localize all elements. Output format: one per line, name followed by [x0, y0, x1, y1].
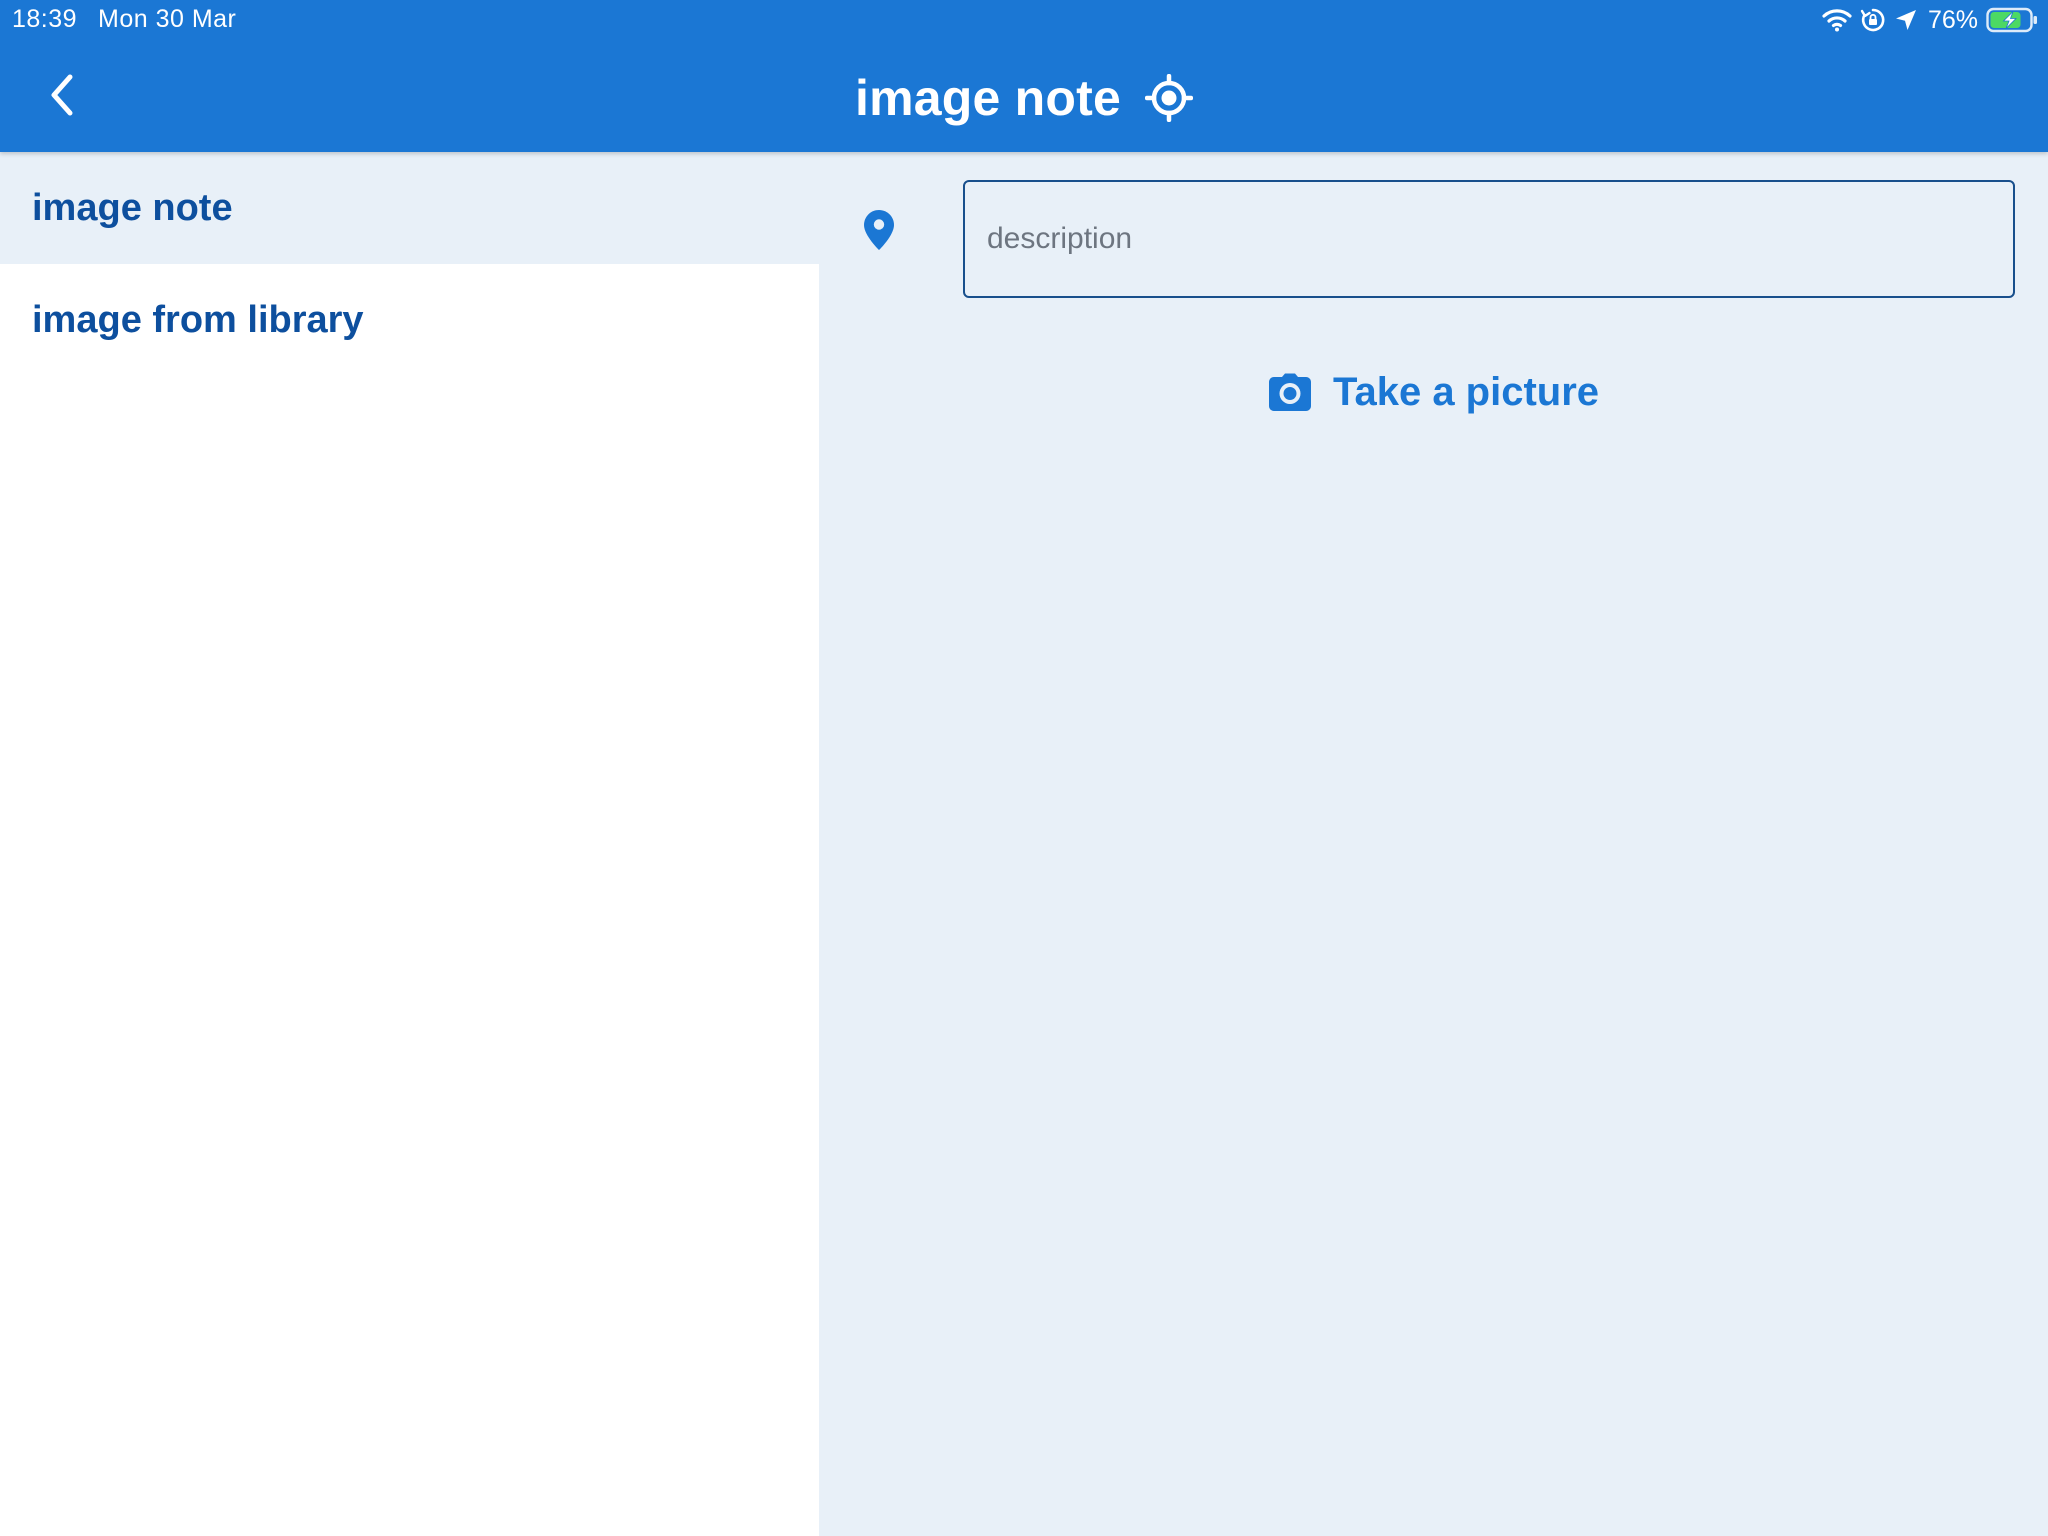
map-pin-icon: [864, 210, 894, 250]
nav-title-group: image note: [0, 62, 2048, 134]
sidebar-item-label: image note: [32, 186, 233, 229]
status-icons: 76%: [1822, 4, 2038, 36]
top-bar: 18:39 Mon 30 Mar 76% image note: [0, 0, 2048, 152]
take-picture-label: Take a picture: [1333, 369, 1600, 414]
rotation-lock-icon: [1860, 7, 1886, 33]
crosshair-locate-icon: [1144, 74, 1193, 122]
location-button[interactable]: [857, 204, 901, 256]
description-input[interactable]: [963, 180, 2015, 298]
sidebar-item-label: image from library: [32, 298, 364, 341]
camera-icon: [1269, 373, 1311, 411]
locate-button[interactable]: [1144, 74, 1193, 122]
take-picture-button[interactable]: Take a picture: [1269, 360, 1599, 424]
wifi-icon: [1822, 8, 1852, 32]
page-title: image note: [855, 70, 1121, 126]
location-arrow-icon: [1894, 8, 1918, 32]
status-time: 18:39: [12, 5, 78, 33]
sidebar-item-image-from-library[interactable]: image from library: [0, 264, 819, 376]
sidebar-item-image-note[interactable]: image note: [0, 152, 819, 264]
detail-pane: Take a picture: [819, 152, 2048, 1536]
sidebar: image note image from library: [0, 152, 819, 1536]
screen: 18:39 Mon 30 Mar 76% image note image no…: [0, 0, 2048, 1536]
battery-charging-icon: [1986, 7, 2038, 33]
status-date: Mon 30 Mar: [98, 5, 237, 33]
battery-percent: 76%: [1927, 5, 1978, 34]
